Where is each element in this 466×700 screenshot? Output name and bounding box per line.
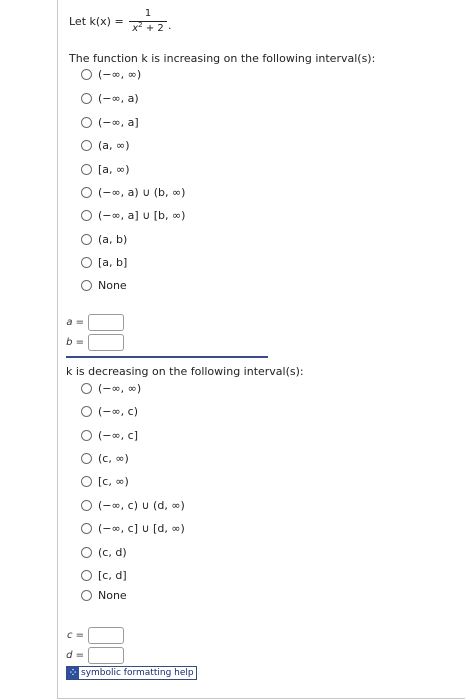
help-label: symbolic formatting help: [81, 668, 194, 678]
answer-a-row: a =: [62, 313, 124, 331]
increasing-question: The function k is increasing on the foll…: [69, 52, 376, 65]
answer-c-row: c =: [62, 626, 124, 644]
radio-button[interactable]: [81, 405, 92, 417]
radio-button[interactable]: [81, 569, 92, 581]
decreasing-option-5[interactable]: (−∞, c) ∪ (d, ∞): [81, 497, 185, 513]
increasing-option-2[interactable]: (−∞, a]: [81, 114, 139, 130]
decreasing-option-3[interactable]: (c, ∞): [81, 450, 129, 466]
option-label: (−∞, c): [98, 404, 139, 418]
option-label: (−∞, ∞): [98, 381, 142, 395]
symbolic-formatting-help-link[interactable]: ⁘ symbolic formatting help: [66, 666, 197, 680]
option-label: (−∞, c] ∪ [d, ∞): [98, 521, 185, 535]
option-label: (c, d): [98, 545, 127, 559]
radio-button[interactable]: [81, 92, 92, 104]
answer-b-input[interactable]: [88, 333, 124, 351]
fraction-denominator: x2 + 2: [129, 22, 167, 35]
option-label: [a, ∞): [98, 162, 130, 176]
increasing-option-8[interactable]: [a, b]: [81, 254, 127, 270]
decreasing-option-2[interactable]: (−∞, c]: [81, 427, 138, 443]
radio-button[interactable]: [81, 116, 92, 128]
radio-button[interactable]: [81, 163, 92, 175]
option-label: (−∞, a] ∪ [b, ∞): [98, 208, 186, 222]
answer-c-label: c =: [66, 629, 84, 641]
increasing-option-0[interactable]: (−∞, ∞): [81, 66, 141, 82]
radio-button[interactable]: [81, 499, 92, 511]
increasing-option-7[interactable]: (a, b): [81, 231, 127, 247]
increasing-option-3[interactable]: (a, ∞): [81, 137, 129, 153]
answer-a-label: a =: [66, 316, 84, 328]
option-label: (−∞, a]: [98, 115, 139, 129]
decreasing-option-8[interactable]: [c, d]: [81, 567, 127, 583]
answer-b-row: b =: [62, 333, 124, 351]
radio-button[interactable]: [81, 209, 92, 221]
option-label: [a, b]: [98, 255, 128, 269]
answer-d-input[interactable]: [88, 646, 124, 664]
radio-button[interactable]: [81, 522, 92, 534]
decreasing-question: k is decreasing on the following interva…: [66, 365, 304, 378]
answer-d-row: d =: [62, 646, 124, 664]
increasing-option-1[interactable]: (−∞, a): [81, 90, 139, 106]
increasing-answer-fields: a = b =: [62, 313, 124, 351]
decreasing-option-0[interactable]: (−∞, ∞): [81, 380, 141, 396]
increasing-option-4[interactable]: [a, ∞): [81, 161, 129, 177]
radio-button[interactable]: [81, 546, 92, 558]
fraction-numerator: 1: [144, 8, 152, 19]
option-label: (−∞, ∞): [98, 67, 142, 81]
option-label: (−∞, a) ∪ (b, ∞): [98, 185, 186, 199]
grid-icon: ⁘: [67, 667, 79, 679]
answer-c-input[interactable]: [88, 626, 124, 644]
radio-button[interactable]: [81, 429, 92, 441]
increasing-option-6[interactable]: (−∞, a] ∪ [b, ∞): [81, 207, 185, 223]
radio-button[interactable]: [81, 68, 92, 80]
option-label: (a, b): [98, 232, 128, 246]
radio-button[interactable]: [81, 256, 92, 268]
radio-button[interactable]: [81, 279, 92, 291]
definition-prefix: Let k(x) =: [69, 15, 124, 28]
option-label: (−∞, c) ∪ (d, ∞): [98, 498, 185, 512]
fraction: 1 x2 + 2: [129, 8, 167, 35]
answer-a-input[interactable]: [88, 313, 124, 331]
option-label: [c, ∞): [98, 474, 129, 488]
increasing-option-5[interactable]: (−∞, a) ∪ (b, ∞): [81, 184, 185, 200]
radio-button[interactable]: [81, 382, 92, 394]
radio-button[interactable]: [81, 589, 92, 601]
fraction-bar: [129, 21, 167, 22]
radio-button[interactable]: [81, 475, 92, 487]
decreasing-option-4[interactable]: [c, ∞): [81, 473, 129, 489]
decreasing-option-1[interactable]: (−∞, c): [81, 403, 138, 419]
decreasing-option-6[interactable]: (−∞, c] ∪ [d, ∞): [81, 520, 185, 536]
option-label: None: [98, 278, 127, 292]
option-label: (a, ∞): [98, 138, 130, 152]
decreasing-option-9[interactable]: None: [81, 587, 127, 603]
radio-button[interactable]: [81, 452, 92, 464]
radio-button[interactable]: [81, 186, 92, 198]
option-label: (c, ∞): [98, 451, 129, 465]
definition-suffix: .: [168, 19, 172, 32]
decreasing-answer-fields: c = d =: [62, 626, 124, 664]
option-label: None: [98, 588, 127, 602]
option-label: [c, d]: [98, 568, 127, 582]
section-divider: [66, 356, 268, 358]
increasing-option-9[interactable]: None: [81, 277, 127, 293]
answer-d-label: d =: [66, 649, 84, 661]
answer-b-label: b =: [66, 336, 84, 348]
decreasing-option-7[interactable]: (c, d): [81, 544, 127, 560]
option-label: (−∞, a): [98, 91, 139, 105]
option-label: (−∞, c]: [98, 428, 139, 442]
radio-button[interactable]: [81, 233, 92, 245]
radio-button[interactable]: [81, 139, 92, 151]
denominator-rest: + 2: [142, 23, 164, 34]
